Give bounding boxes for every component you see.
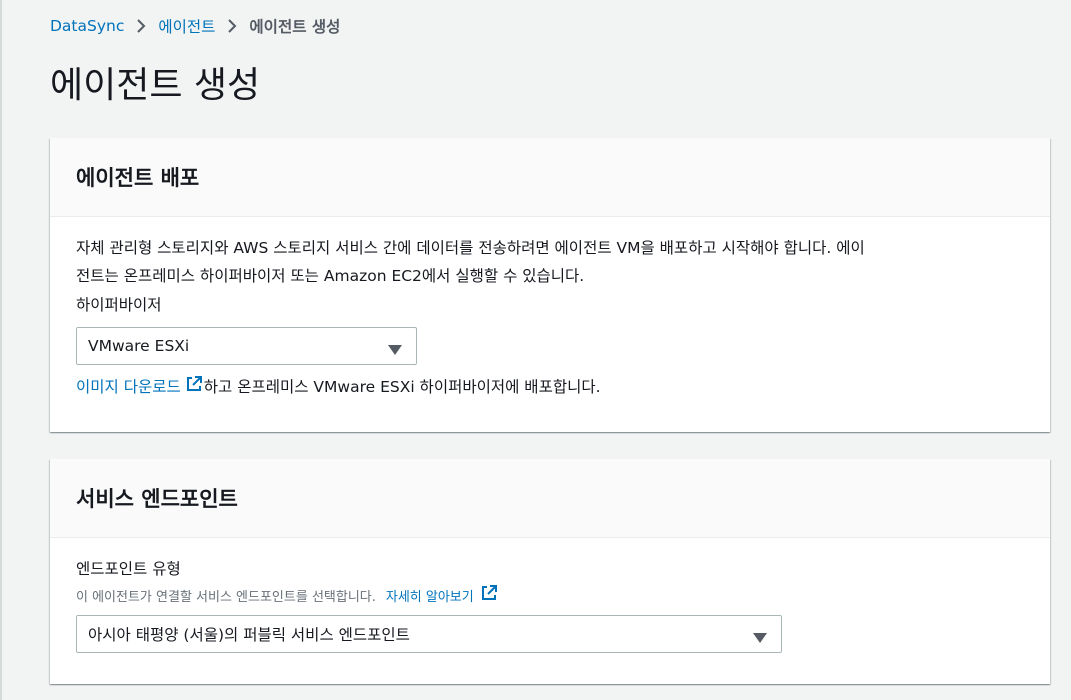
hypervisor-select[interactable]: VMware ESXi: [76, 327, 417, 365]
external-link-icon: [185, 375, 203, 397]
download-image-link-label: 이미지 다운로드: [76, 378, 181, 396]
deploy-description-line2: 전트는 온프레미스 하이퍼바이저 또는 Amazon EC2에서 실행할 수 있…: [76, 267, 585, 285]
endpoint-type-description: 이 에이전트가 연결할 서비스 엔드포인트를 선택합니다. 자세히 알아보기: [76, 584, 1024, 606]
chevron-right-icon: [136, 19, 146, 33]
learn-more-link-label: 자세히 알아보기: [385, 589, 474, 605]
deploy-description: 자체 관리형 스토리지와 AWS 스토리지 서비스 간에 데이터를 전송하려면 …: [76, 217, 1024, 290]
external-link-icon: [480, 584, 498, 606]
panel-title: 에이전트 배포: [76, 166, 200, 190]
download-instruction-suffix: 하고 온프레미스 VMware ESXi 하이퍼바이저에 배포합니다.: [203, 378, 601, 396]
panel-header: 서비스 엔드포인트: [50, 459, 1050, 538]
service-endpoint-panel: 서비스 엔드포인트 엔드포인트 유형 이 에이전트가 연결할 서비스 엔드포인트…: [50, 459, 1050, 684]
endpoint-type-label: 엔드포인트 유형: [76, 560, 181, 578]
breadcrumb-agents[interactable]: 에이전트: [158, 15, 215, 37]
page-title: 에이전트 생성: [50, 65, 261, 106]
endpoint-type-select-value: 아시아 태평양 (서울)의 퍼블릭 서비스 엔드포인트: [88, 626, 410, 644]
endpoint-type-select[interactable]: 아시아 태평양 (서울)의 퍼블릭 서비스 엔드포인트: [76, 615, 782, 653]
chevron-right-icon: [227, 19, 237, 33]
hypervisor-select-value: VMware ESXi: [88, 337, 190, 355]
breadcrumb-current: 에이전트 생성: [249, 18, 341, 36]
breadcrumb-datasync[interactable]: DataSync: [50, 17, 124, 35]
learn-more-link[interactable]: 자세히 알아보기: [386, 584, 499, 606]
endpoint-type-description-text: 이 에이전트가 연결할 서비스 엔드포인트를 선택합니다.: [76, 589, 376, 605]
page-edge: [0, 0, 2, 700]
breadcrumb: DataSync 에이전트 에이전트 생성: [50, 14, 340, 38]
caret-down-icon: [388, 341, 402, 359]
panel-title: 서비스 엔드포인트: [76, 487, 238, 511]
caret-down-icon: [753, 629, 767, 647]
download-image-link[interactable]: 이미지 다운로드: [76, 375, 204, 397]
deploy-description-line1: 자체 관리형 스토리지와 AWS 스토리지 서비스 간에 데이터를 전송하려면 …: [76, 239, 865, 257]
deploy-agent-panel: 에이전트 배포 자체 관리형 스토리지와 AWS 스토리지 서비스 간에 데이터…: [50, 138, 1050, 432]
hypervisor-label: 하이퍼바이저: [76, 296, 162, 314]
panel-header: 에이전트 배포: [50, 138, 1050, 217]
download-instruction: 이미지 다운로드 하고 온프레미스 VMware ESXi 하이퍼바이저에 배포…: [76, 375, 1024, 397]
